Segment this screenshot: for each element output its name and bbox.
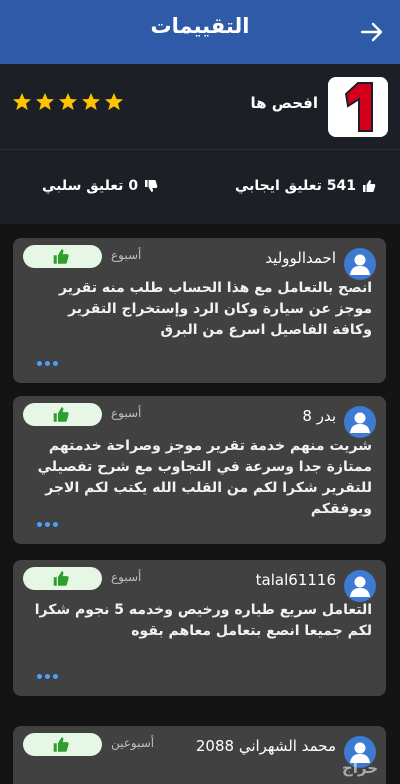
seller-name[interactable]: افحص ها	[251, 94, 319, 112]
thumbs-down-icon	[145, 180, 158, 192]
arrow-right-icon[interactable]	[358, 18, 386, 46]
review-text: شريت منهم خدمة تقرير موجز وصراحة خدمتهم …	[37, 438, 372, 517]
user-avatar-icon[interactable]	[344, 406, 376, 438]
review-time: أسبوع	[111, 248, 142, 262]
review-card: احمدالووليد أسبوع انصح بالتعامل مع هذا ا…	[13, 238, 386, 383]
positive-badge	[23, 403, 102, 426]
top-bar: التقييمات	[0, 0, 400, 64]
review-time: أسبوعين	[111, 736, 155, 750]
thumbs-up-icon	[53, 249, 69, 264]
review-author[interactable]: محمد الشهراني 2088	[196, 737, 336, 755]
svg-text:حراج: حراج	[342, 759, 378, 777]
review-author[interactable]: احمدالووليد	[265, 249, 336, 267]
positive-count-label: 541 تعليق ايجابي	[234, 178, 356, 194]
negative-count[interactable]: 0 تعليق سلبي	[42, 178, 158, 194]
reviews-screen: التقييمات افحص ها 541 تعليق ايجابي 0 تعل…	[0, 0, 400, 784]
number-one-logo	[328, 77, 388, 137]
seller-profile: افحص ها	[0, 64, 400, 150]
review-time: أسبوع	[111, 570, 142, 584]
review-card: talal61116 أسبوع التعامل سريع طياره ورخي…	[13, 560, 386, 696]
star-icon	[36, 93, 54, 110]
thumbs-up-icon	[53, 737, 69, 752]
rating-stars	[12, 92, 124, 112]
more-options-icon[interactable]	[37, 522, 59, 528]
positive-count[interactable]: 541 تعليق ايجابي	[235, 178, 376, 194]
user-avatar-icon[interactable]	[344, 570, 376, 602]
star-icon	[82, 93, 100, 110]
page-title: التقييمات	[150, 14, 250, 38]
haraj-watermark-logo: حراج	[342, 759, 378, 777]
reviews-list[interactable]: احمدالووليد أسبوع انصح بالتعامل مع هذا ا…	[0, 224, 400, 784]
star-icon	[105, 93, 123, 110]
thumbs-up-icon	[53, 571, 69, 586]
more-options-icon[interactable]	[37, 361, 59, 367]
negative-count-label: 0 تعليق سلبي	[42, 178, 139, 194]
positive-badge	[23, 567, 102, 590]
positive-badge	[23, 733, 102, 756]
review-author[interactable]: بدر 8	[302, 407, 336, 425]
feedback-counts: 541 تعليق ايجابي 0 تعليق سلبي	[0, 150, 400, 224]
positive-badge	[23, 245, 102, 268]
star-icon	[59, 93, 77, 110]
thumbs-up-icon	[363, 180, 376, 192]
review-card: محمد الشهراني 2088 أسبوعين	[13, 726, 386, 784]
star-icon	[13, 93, 31, 110]
thumbs-up-icon	[53, 407, 69, 422]
review-time: أسبوع	[111, 406, 142, 420]
review-author[interactable]: talal61116	[256, 571, 336, 589]
user-avatar-icon[interactable]	[344, 248, 376, 280]
review-text: التعامل سريع طياره ورخيص وخدمه 5 نجوم شك…	[34, 602, 372, 639]
more-options-icon[interactable]	[37, 674, 59, 680]
review-card: بدر 8 أسبوع شريت منهم خدمة تقرير موجز وص…	[13, 396, 386, 544]
review-text: انصح بالتعامل مع هذا الحساب طلب منه تقري…	[58, 280, 372, 338]
